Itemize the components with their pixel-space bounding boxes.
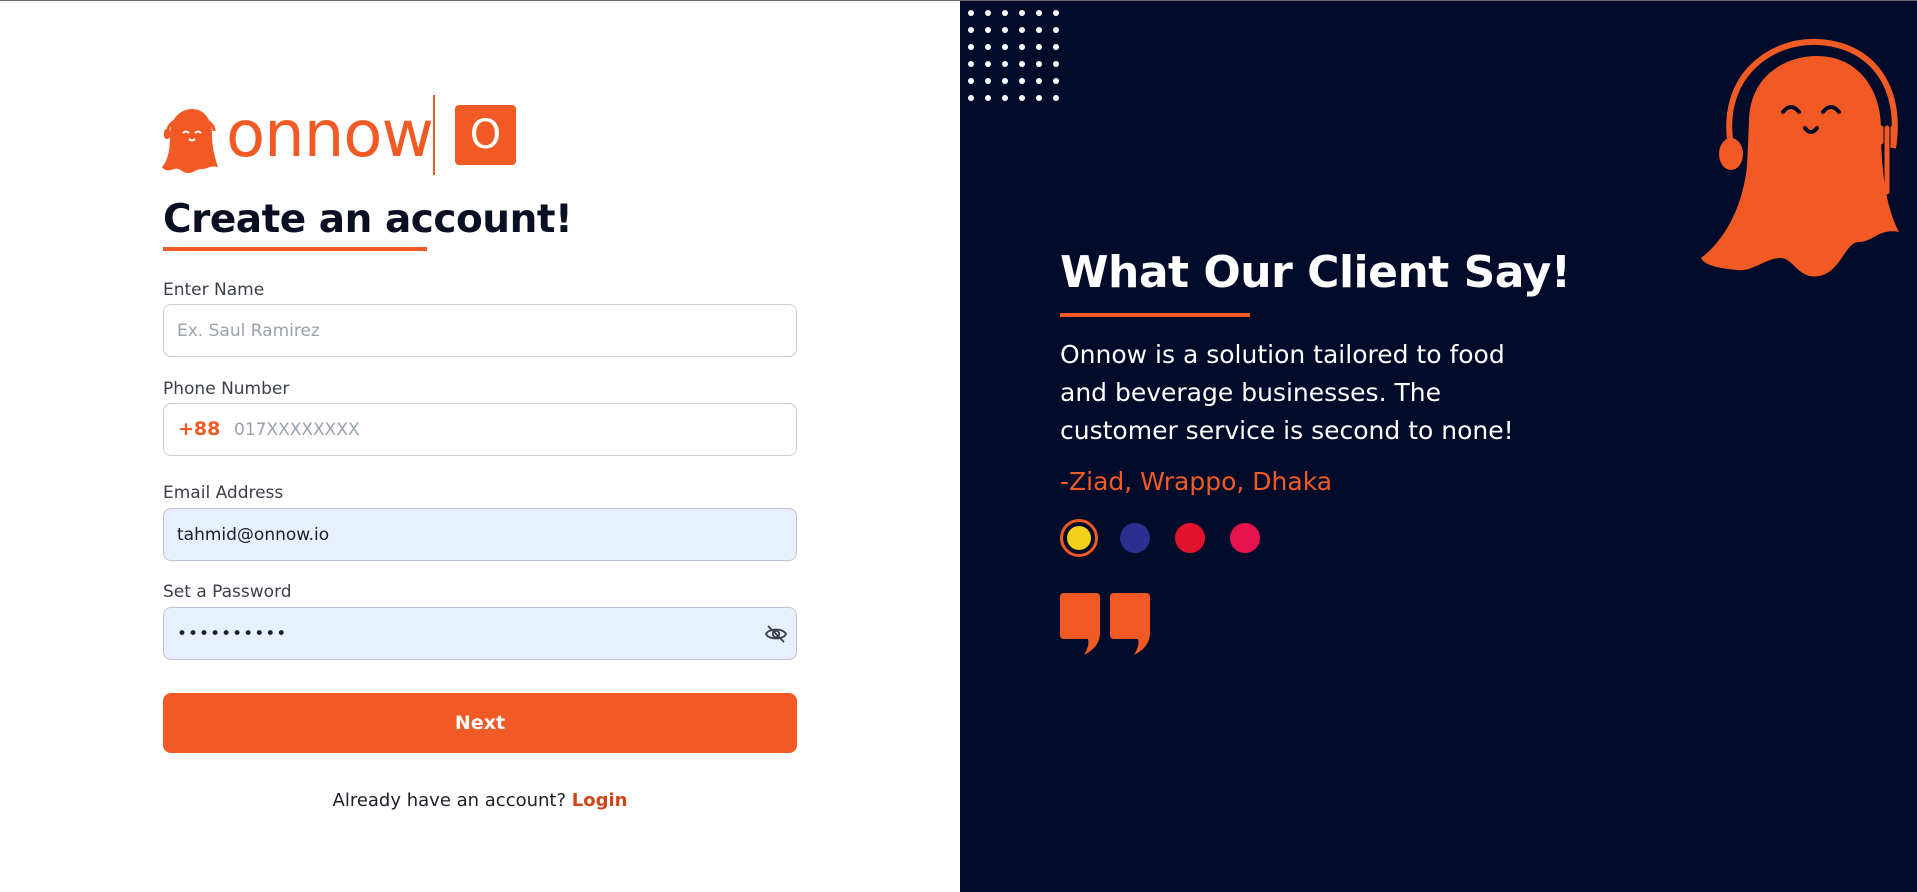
brand-logo: onnow O	[162, 95, 522, 175]
grid-dot	[1036, 27, 1042, 33]
red-client-logo-mark	[1175, 523, 1205, 553]
yellow-client-logo-mark	[1067, 526, 1091, 550]
pink-client-logo-mark	[1230, 523, 1260, 553]
client-logo-carousel	[1060, 519, 1300, 559]
next-button[interactable]: Next	[163, 693, 797, 753]
phone-field-box: +88	[163, 403, 797, 456]
name-field-box	[163, 304, 797, 357]
wrappo-logo[interactable]	[1120, 523, 1150, 553]
grid-dot	[1002, 44, 1008, 50]
password-input[interactable]	[177, 608, 737, 659]
grid-dot	[985, 78, 991, 84]
grid-dot	[1036, 10, 1042, 16]
grid-dot	[1019, 95, 1025, 101]
login-link[interactable]: Login	[572, 790, 628, 811]
name-label: Enter Name	[163, 280, 265, 300]
grid-dot	[1036, 78, 1042, 84]
grid-dot	[968, 61, 974, 67]
grid-dot	[1053, 44, 1059, 50]
grid-dot	[1053, 78, 1059, 84]
dot-grid-decoration	[968, 10, 1068, 112]
page-title: Create an account!	[163, 197, 573, 242]
email-label: Email Address	[163, 483, 284, 503]
email-field-box	[163, 508, 797, 561]
grid-dot	[968, 44, 974, 50]
title-underline	[163, 247, 427, 251]
grid-dot	[985, 95, 991, 101]
grid-dot	[985, 10, 991, 16]
testimonial-panel: What Our Client Say! Onnow is a solution…	[960, 1, 1917, 892]
grid-dot	[985, 27, 991, 33]
grid-dot	[968, 27, 974, 33]
email-input[interactable]	[177, 509, 737, 560]
signup-panel: onnow O Create an account! Enter Name Ph…	[0, 1, 960, 892]
grid-dot	[968, 10, 974, 16]
login-prompt-row: Already have an account? Login	[163, 790, 797, 811]
grid-dot	[1019, 10, 1025, 16]
password-label: Set a Password	[163, 582, 292, 602]
grid-dot	[1002, 27, 1008, 33]
grid-dot	[1019, 27, 1025, 33]
grid-dot	[985, 61, 991, 67]
brand-wordmark: onnow	[226, 98, 434, 172]
testimonial-title-underline	[1060, 313, 1250, 317]
grid-dot	[968, 95, 974, 101]
password-field-box	[163, 607, 797, 660]
testimonial-quote: Onnow is a solution tailored to food and…	[1060, 340, 1514, 445]
grid-dot	[1053, 95, 1059, 101]
ghost-headphones-mascot-icon	[1701, 38, 1899, 277]
testimonial-title: What Our Client Say!	[1060, 247, 1571, 298]
phone-input[interactable]	[234, 404, 794, 455]
grid-dot	[1002, 10, 1008, 16]
name-input[interactable]	[177, 305, 737, 356]
login-prompt-text: Already have an account?	[332, 790, 567, 811]
grid-dot	[1036, 44, 1042, 50]
wrappo-logo-mark	[1120, 523, 1150, 553]
phone-label: Phone Number	[163, 379, 290, 399]
grid-dot	[1019, 78, 1025, 84]
grid-dot	[1002, 78, 1008, 84]
phone-country-prefix: +88	[178, 418, 221, 440]
ghost-mascot-icon	[162, 109, 218, 173]
grid-dot	[1053, 61, 1059, 67]
red-client-logo[interactable]	[1175, 523, 1205, 553]
grid-dot	[1036, 95, 1042, 101]
testimonial-author: -Ziad, Wrappo, Dhaka	[1060, 467, 1333, 496]
grid-dot	[1019, 44, 1025, 50]
eye-off-icon[interactable]	[764, 622, 788, 646]
grid-dot	[985, 44, 991, 50]
pink-client-logo[interactable]	[1230, 523, 1260, 553]
quote-marks-icon	[1060, 593, 1150, 655]
grid-dot	[1053, 10, 1059, 16]
brand-badge: O	[455, 105, 516, 165]
grid-dot	[1002, 61, 1008, 67]
grid-dot	[968, 78, 974, 84]
brand-divider	[433, 95, 435, 175]
grid-dot	[1053, 27, 1059, 33]
grid-dot	[1036, 61, 1042, 67]
grid-dot	[1019, 61, 1025, 67]
yellow-client-logo[interactable]	[1060, 519, 1098, 557]
grid-dot	[1002, 95, 1008, 101]
